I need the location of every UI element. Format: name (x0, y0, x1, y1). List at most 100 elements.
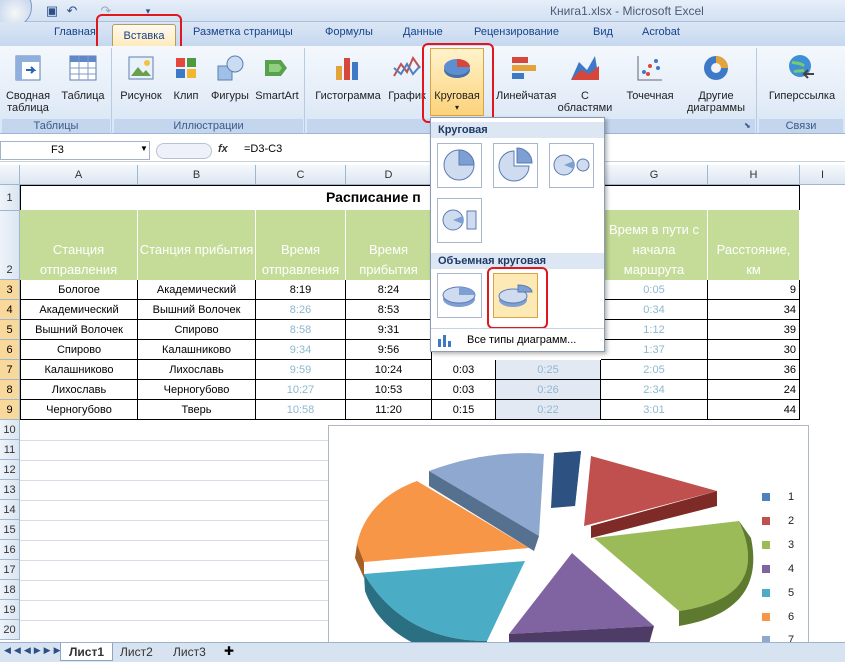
cell-d4[interactable]: 8:53 (346, 300, 432, 320)
histogram-button[interactable]: Гистограмма (310, 52, 386, 102)
undo-icon[interactable]: ↶ (64, 3, 80, 19)
header-arrival-time[interactable]: Время прибытия (346, 210, 432, 280)
column-header-g[interactable]: G (601, 165, 708, 185)
row-header-18[interactable]: 18 (0, 580, 20, 600)
cell-d8[interactable]: 10:53 (346, 380, 432, 400)
row-header-6[interactable]: 6 (0, 340, 20, 360)
hyperlink-button[interactable]: Гиперссылка (762, 52, 842, 102)
sheet-tab-2[interactable]: Лист2 (112, 643, 161, 661)
header-departure-station[interactable]: Станция отправления (20, 210, 138, 280)
clip-button[interactable]: Клип (168, 52, 204, 102)
cell-a6[interactable]: Спирово (20, 340, 138, 360)
picture-button[interactable]: Рисунок (116, 52, 166, 102)
all-chart-types-link[interactable]: Все типы диаграмм... (467, 334, 576, 346)
row-header-11[interactable]: 11 (0, 440, 20, 460)
cell-a8[interactable]: Лихославь (20, 380, 138, 400)
cell-h8[interactable]: 24 (708, 380, 800, 400)
cell-a9[interactable]: Черногубово (20, 400, 138, 420)
header-distance[interactable]: Расстояние, км (708, 210, 800, 280)
formula-input[interactable]: =D3-C3 (244, 143, 282, 155)
column-header-d[interactable]: D (346, 165, 432, 185)
cell-a3[interactable]: Бологое (20, 280, 138, 300)
cell-h6[interactable]: 30 (708, 340, 800, 360)
row-header-5[interactable]: 5 (0, 320, 20, 340)
embedded-pie-chart[interactable] (328, 425, 809, 662)
pie-type-pie-of-pie[interactable] (549, 143, 594, 188)
cell-f9[interactable]: 0:22 (496, 400, 601, 420)
cell-b9[interactable]: Тверь (138, 400, 256, 420)
name-box[interactable]: F3 (0, 141, 150, 160)
cell-c4[interactable]: 8:26 (256, 300, 346, 320)
other-charts-button[interactable]: Другие диаграммы (678, 52, 754, 114)
cell-c3[interactable]: 8:19 (256, 280, 346, 300)
table-button[interactable]: Таблица (58, 52, 108, 102)
row-header-8[interactable]: 8 (0, 380, 20, 400)
smartart-button[interactable]: SmartArt (254, 52, 300, 102)
cell-h5[interactable]: 39 (708, 320, 800, 340)
cell-c6[interactable]: 9:34 (256, 340, 346, 360)
cell-a7[interactable]: Калашниково (20, 360, 138, 380)
cell-g4[interactable]: 0:34 (601, 300, 708, 320)
row-header-16[interactable]: 16 (0, 540, 20, 560)
row-header-17[interactable]: 17 (0, 560, 20, 580)
formula-bar-splitter[interactable] (156, 143, 212, 159)
column-header-a[interactable]: A (20, 165, 138, 185)
cell-b6[interactable]: Калашниково (138, 340, 256, 360)
row-header-1[interactable]: 1 (0, 185, 20, 211)
cell-g3[interactable]: 0:05 (601, 280, 708, 300)
cell-g7[interactable]: 2:05 (601, 360, 708, 380)
cell-c8[interactable]: 10:27 (256, 380, 346, 400)
cell-d9[interactable]: 11:20 (346, 400, 432, 420)
row-header-9[interactable]: 9 (0, 400, 20, 420)
insert-sheet-icon[interactable]: ✚ (224, 644, 234, 658)
header-arrival-station[interactable]: Станция прибытия (138, 210, 256, 280)
cell-g9[interactable]: 3:01 (601, 400, 708, 420)
row-header-4[interactable]: 4 (0, 300, 20, 320)
select-all-corner[interactable] (0, 165, 20, 185)
cell-b4[interactable]: Вышний Волочек (138, 300, 256, 320)
tab-data[interactable]: Данные (403, 26, 443, 38)
cell-b3[interactable]: Академический (138, 280, 256, 300)
tab-acrobat[interactable]: Acrobat (642, 26, 680, 38)
row-header-3[interactable]: 3 (0, 280, 20, 300)
cell-h9[interactable]: 44 (708, 400, 800, 420)
sheet-nav-icons[interactable]: ◀◀◀▶▶▶ (4, 645, 64, 656)
cell-d3[interactable]: 8:24 (346, 280, 432, 300)
row-header-10[interactable]: 10 (0, 420, 20, 440)
row-header-2[interactable]: 2 (0, 211, 20, 280)
cell-d7[interactable]: 10:24 (346, 360, 432, 380)
cell-b5[interactable]: Спирово (138, 320, 256, 340)
cell-a4[interactable]: Академический (20, 300, 138, 320)
cell-g8[interactable]: 2:34 (601, 380, 708, 400)
pivot-table-button[interactable]: Сводная таблица (2, 52, 54, 114)
tab-page-layout[interactable]: Разметка страницы (193, 26, 293, 38)
row-header-12[interactable]: 12 (0, 460, 20, 480)
column-header-i[interactable]: I (800, 165, 845, 185)
tab-home[interactable]: Главная (54, 26, 96, 38)
pie-type-exploded[interactable] (493, 143, 538, 188)
cell-b8[interactable]: Черногубово (138, 380, 256, 400)
row-header-14[interactable]: 14 (0, 500, 20, 520)
pie-type-3d[interactable] (437, 273, 482, 318)
cell-c5[interactable]: 8:58 (256, 320, 346, 340)
row-header-20[interactable]: 20 (0, 620, 20, 640)
cell-e7[interactable]: 0:03 (432, 360, 496, 380)
sheet-tab-1[interactable]: Лист1 (60, 643, 114, 661)
name-box-dropdown-icon[interactable]: ▼ (140, 144, 148, 153)
row-header-15[interactable]: 15 (0, 520, 20, 540)
cell-f7[interactable]: 0:25 (496, 360, 601, 380)
sheet-tab-3[interactable]: Лист3 (165, 643, 214, 661)
column-header-b[interactable]: B (138, 165, 256, 185)
cell-a5[interactable]: Вышний Волочек (20, 320, 138, 340)
pie-type-pie[interactable] (437, 143, 482, 188)
row-header-13[interactable]: 13 (0, 480, 20, 500)
shapes-button[interactable]: Фигуры (206, 52, 254, 102)
scatter-chart-button[interactable]: Точечная (620, 52, 680, 102)
header-travel-time[interactable]: Время в пути с начала маршрута (601, 210, 708, 280)
save-icon[interactable]: ▣ (44, 3, 60, 19)
cell-d6[interactable]: 9:56 (346, 340, 432, 360)
cell-b7[interactable]: Лихославь (138, 360, 256, 380)
cell-f8[interactable]: 0:26 (496, 380, 601, 400)
tab-review[interactable]: Рецензирование (474, 26, 559, 38)
charts-dialog-launcher-icon[interactable]: ⬊ (744, 121, 751, 130)
